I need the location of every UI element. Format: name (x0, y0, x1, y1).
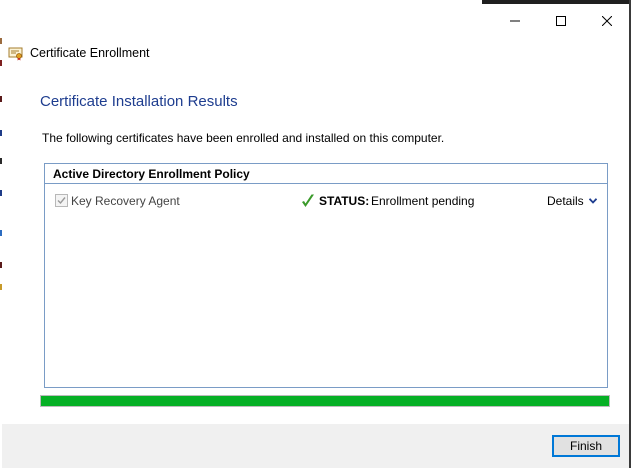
certificate-icon (8, 47, 23, 61)
maximize-button[interactable] (538, 4, 584, 38)
app-header: Certificate Enrollment (8, 44, 150, 62)
progress-fill (41, 396, 609, 406)
finish-button[interactable]: Finish (552, 435, 620, 457)
checkmark-icon (302, 194, 314, 207)
status-value: Enrollment pending (371, 194, 475, 208)
results-list: Active Directory Enrollment Policy Key R… (44, 163, 608, 388)
minimize-icon (510, 20, 520, 22)
background-window-edge (0, 0, 2, 468)
close-button[interactable] (584, 4, 630, 38)
details-button[interactable]: Details (547, 194, 597, 208)
title-bar (2, 4, 629, 38)
certificate-name: Key Recovery Agent (71, 194, 180, 208)
minimize-button[interactable] (492, 4, 538, 38)
page-description: The following certificates have been enr… (42, 131, 445, 145)
close-icon (602, 16, 612, 26)
progress-bar (40, 395, 610, 407)
chevron-down-icon (588, 198, 597, 204)
page-title: Certificate Installation Results (40, 93, 238, 110)
app-title: Certificate Enrollment (30, 46, 150, 60)
status-label: STATUS: (319, 194, 370, 208)
details-label: Details (547, 194, 584, 208)
certificate-checkbox[interactable] (55, 194, 68, 207)
maximize-icon (556, 16, 566, 26)
certificate-row: Key Recovery Agent STATUS: Enrollment pe… (45, 191, 607, 211)
policy-header: Active Directory Enrollment Policy (45, 164, 607, 184)
certificate-enrollment-window: Certificate Enrollment Certificate Insta… (0, 0, 631, 468)
checkbox-check-icon (57, 197, 66, 205)
footer-bar: Finish (2, 424, 629, 468)
